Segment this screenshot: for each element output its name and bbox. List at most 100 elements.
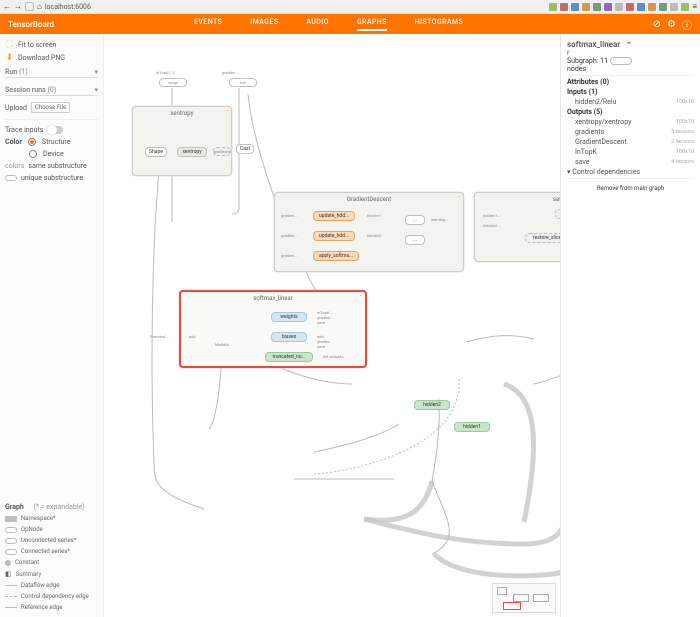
ext-icon[interactable] bbox=[648, 3, 656, 11]
node-top2[interactable]: init bbox=[229, 78, 257, 87]
tab-images[interactable]: IMAGES bbox=[250, 18, 278, 31]
menu-icon[interactable]: ≡ bbox=[692, 2, 697, 11]
ext-icon[interactable] bbox=[659, 3, 667, 11]
node-small[interactable]: ... bbox=[405, 215, 425, 225]
session-select[interactable]: Session runs (0)▾ bbox=[5, 86, 98, 96]
unique-legend-row: unique substructure bbox=[5, 174, 98, 182]
collapse-icon[interactable]: – bbox=[359, 293, 363, 300]
cluster-title: softmax_linear bbox=[181, 295, 365, 302]
node-apply[interactable]: apply_softma... bbox=[313, 251, 359, 261]
node-hidden2[interactable]: hidden2 bbox=[414, 400, 450, 410]
ext-icon[interactable] bbox=[670, 3, 678, 11]
cluster-save[interactable]: save – Assign[0-6] restore_slice[0-6] hi… bbox=[474, 192, 560, 262]
tab-histograms[interactable]: HISTOGRAMS bbox=[415, 18, 463, 31]
legend-summary: ◧Summary bbox=[5, 570, 98, 578]
ext-icon[interactable] bbox=[681, 3, 689, 11]
ext-icon[interactable] bbox=[549, 3, 557, 11]
nav-fwd-icon[interactable]: → bbox=[14, 2, 22, 11]
download-png[interactable]: ⬇ Download PNG bbox=[5, 53, 98, 62]
tab-events[interactable]: EVENTS bbox=[194, 18, 222, 31]
output-item[interactable]: GradientDescent 2 tensors bbox=[567, 138, 694, 146]
fit-to-screen[interactable]: ⛶ Fit to screen bbox=[5, 40, 98, 49]
details-panel: softmax_linear r Subgraph: 11 nodes Attr… bbox=[560, 34, 700, 617]
color-row: Color Structure bbox=[5, 138, 98, 146]
node-top1[interactable]: range bbox=[159, 78, 187, 87]
ext-icon[interactable] bbox=[582, 3, 590, 11]
nav-back-icon[interactable]: ← bbox=[3, 2, 11, 11]
upload-label: Upload bbox=[5, 104, 27, 112]
fit-label: Fit to screen bbox=[18, 41, 56, 49]
cluster-title: save bbox=[475, 196, 560, 203]
ext-icon[interactable] bbox=[593, 3, 601, 11]
node-update2[interactable]: update_hdd... bbox=[313, 231, 355, 241]
control-deps[interactable]: ▾ Control dependencies bbox=[567, 168, 694, 176]
fit-icon: ⛶ bbox=[5, 40, 14, 49]
node-small[interactable]: ... bbox=[405, 235, 425, 245]
node-weights[interactable]: weights bbox=[271, 312, 307, 322]
sidebar: ⛶ Fit to screen ⬇ Download PNG Run (1)▾ … bbox=[0, 34, 104, 617]
reload-icon[interactable] bbox=[25, 2, 34, 11]
node-truncated[interactable]: truncated_no... bbox=[265, 352, 313, 362]
home-icon[interactable]: ⌂ bbox=[37, 2, 42, 11]
ext-icon[interactable] bbox=[571, 3, 579, 11]
node-gradients[interactable]: gradients bbox=[213, 147, 231, 156]
color-device-radio[interactable] bbox=[29, 150, 37, 158]
output-item[interactable]: gradients 5 tensors bbox=[567, 128, 694, 136]
nav-tabs: EVENTS IMAGES AUDIO GRAPHS HISTOGRAMS bbox=[194, 18, 463, 31]
legend-dataflow: Dataflow edge bbox=[5, 582, 98, 589]
minimap[interactable] bbox=[492, 583, 556, 613]
ext-icon[interactable] bbox=[615, 3, 623, 11]
trace-label: Trace inputs bbox=[5, 126, 43, 134]
color-structure-label: Structure bbox=[42, 138, 71, 146]
cluster-xentropy[interactable]: xentropy – Shape xentropy gradients bbox=[132, 106, 232, 176]
node-shape[interactable]: Shape bbox=[145, 147, 167, 157]
inputs-header: Inputs (1) bbox=[567, 88, 694, 96]
legend-reference: Reference edge bbox=[5, 604, 98, 611]
output-item[interactable]: save 4 tensors bbox=[567, 158, 694, 166]
address-bar[interactable]: localhost:6006 bbox=[45, 3, 125, 11]
help-icon[interactable]: ⓘ bbox=[682, 17, 692, 32]
collapse-icon[interactable]: – bbox=[225, 108, 229, 115]
app-header: TensorBoard EVENTS IMAGES AUDIO GRAPHS H… bbox=[0, 14, 700, 34]
node-biases[interactable]: biases bbox=[271, 332, 307, 342]
color-device-row: Device bbox=[5, 150, 98, 158]
cluster-gradientdescent[interactable]: GradientDescent – update_hdd... update_h… bbox=[274, 192, 464, 272]
legend-namespace: Namespace* bbox=[5, 515, 98, 522]
node-xentropy-inner[interactable]: xentropy bbox=[177, 147, 207, 157]
attributes-header: Attributes (0) bbox=[567, 78, 609, 86]
chevron-up-icon[interactable] bbox=[626, 40, 632, 49]
ext-icon[interactable] bbox=[560, 3, 568, 11]
choose-file-button[interactable]: Choose File bbox=[31, 102, 70, 113]
trace-inputs-row: Trace inputs bbox=[5, 126, 98, 134]
ext-icon[interactable] bbox=[626, 3, 634, 11]
ext-icon[interactable] bbox=[637, 3, 645, 11]
run-select[interactable]: Run (1)▾ bbox=[5, 68, 98, 78]
node-cast[interactable]: Cast bbox=[236, 144, 254, 154]
output-item[interactable]: InTopK 100x10 bbox=[567, 148, 694, 156]
graph-legend-header: Graph (* = expandable) bbox=[5, 503, 98, 511]
trace-inputs-switch[interactable] bbox=[47, 126, 63, 134]
color-structure-radio[interactable] bbox=[28, 138, 36, 146]
collapse-icon[interactable]: – bbox=[457, 194, 461, 201]
tab-audio[interactable]: AUDIO bbox=[306, 18, 329, 31]
legend-connected: Connected series* bbox=[5, 548, 98, 555]
subgraph-row: Subgraph: 11 bbox=[567, 57, 694, 65]
upload-row: Upload Choose File bbox=[5, 102, 98, 113]
node-restore[interactable]: restore_slice[0-6] bbox=[525, 233, 560, 243]
cluster-softmax[interactable]: softmax_linear – weights biases truncate… bbox=[179, 290, 367, 368]
details-title: softmax_linear bbox=[567, 40, 694, 49]
settings-icon[interactable]: ⚙ bbox=[667, 19, 676, 30]
tab-graphs[interactable]: GRAPHS bbox=[357, 18, 387, 31]
inactive-icon[interactable]: ⊘ bbox=[653, 19, 661, 30]
node-assign[interactable]: Assign[0-6] bbox=[555, 209, 560, 219]
graph-canvas[interactable]: range init InTopK(...) gradien... xentro… bbox=[104, 34, 560, 617]
output-item[interactable]: xentropy/xentropy 100x10 bbox=[567, 118, 694, 126]
ext-icon[interactable] bbox=[604, 3, 612, 11]
node-hidden1[interactable]: hidden1 bbox=[454, 422, 490, 432]
node-update1[interactable]: update_hdd... bbox=[313, 211, 355, 221]
input-item[interactable]: hidden2/Relu 100x10 bbox=[567, 98, 694, 106]
cluster-title: GradientDescent bbox=[275, 196, 463, 203]
color-device-label: Device bbox=[43, 150, 64, 158]
nodes-label: nodes bbox=[567, 65, 694, 73]
remove-from-graph-button[interactable]: Remove from main graph bbox=[567, 182, 694, 195]
